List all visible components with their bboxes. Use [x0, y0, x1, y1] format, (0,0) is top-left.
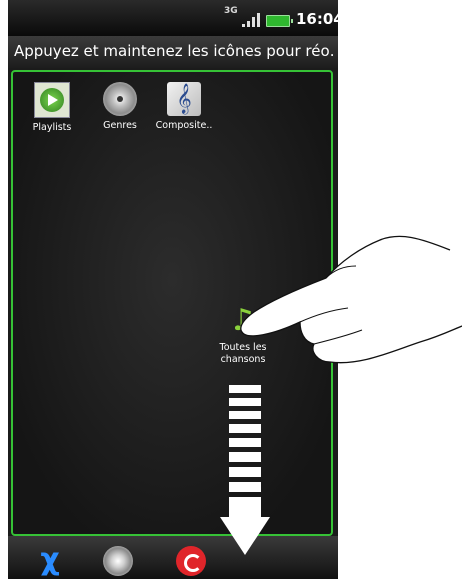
hand-gesture-icon: [240, 235, 462, 364]
